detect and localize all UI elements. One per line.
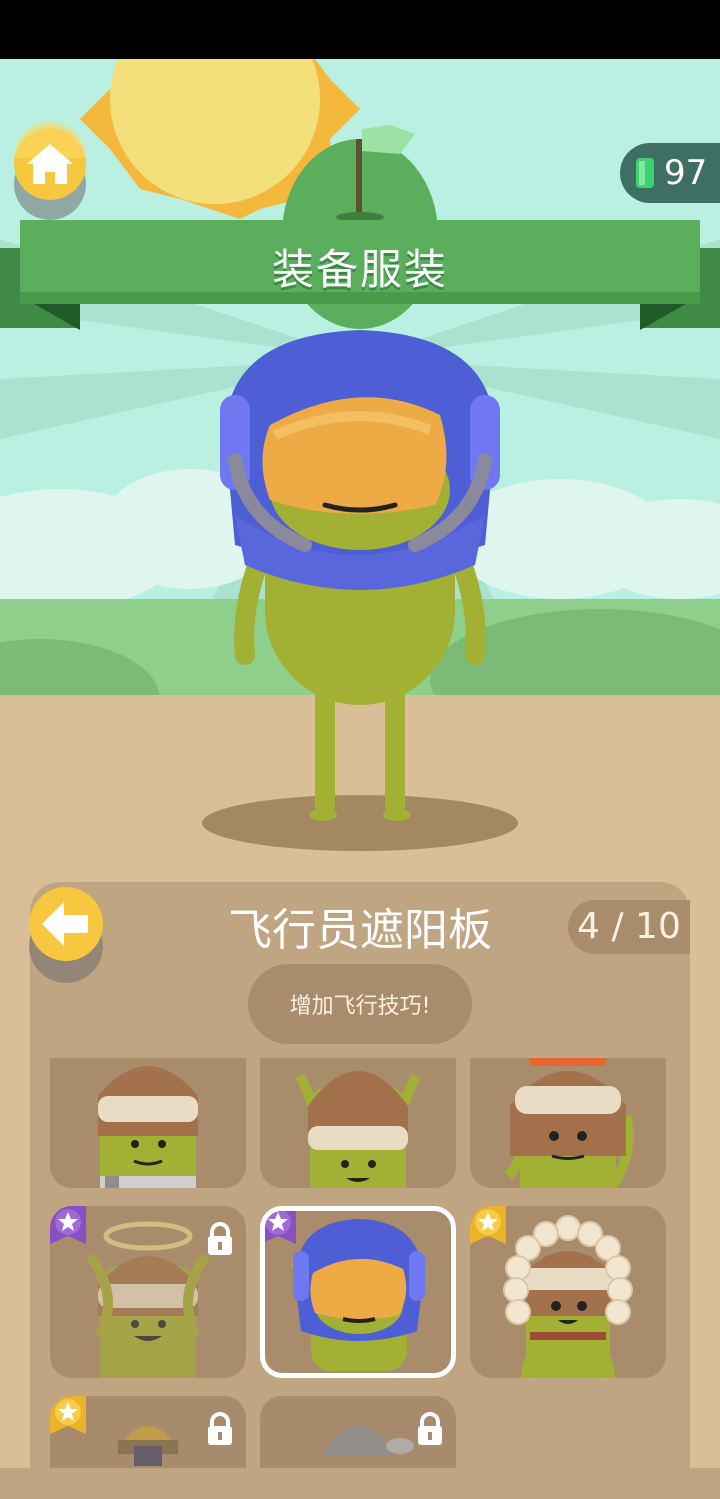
item-name: 飞行员遮阳板 bbox=[228, 905, 492, 956]
status-bar bbox=[0, 0, 720, 59]
star-badge-icon bbox=[50, 1206, 86, 1244]
lock-icon bbox=[418, 1412, 442, 1445]
outfit-tile-ushanka-hat[interactable] bbox=[470, 1058, 666, 1188]
back-button[interactable] bbox=[28, 882, 104, 986]
outfit-tile-scarf-hat[interactable] bbox=[50, 1058, 246, 1188]
home-button[interactable] bbox=[13, 122, 87, 222]
gem-count: 97 bbox=[664, 153, 708, 193]
page-counter: 4 / 10 bbox=[568, 900, 690, 954]
page-counter-label: 4 / 10 bbox=[577, 906, 681, 947]
item-description-text: 增加飞行技巧! bbox=[289, 994, 431, 1019]
star-badge-icon bbox=[265, 1211, 296, 1244]
outfit-tile-halo[interactable] bbox=[50, 1206, 246, 1378]
outfit-tile-grey-beanie[interactable] bbox=[260, 1396, 456, 1468]
star-badge-icon bbox=[50, 1396, 86, 1434]
lock-icon bbox=[208, 1412, 232, 1445]
scarf-hat-item bbox=[98, 1066, 198, 1188]
bottom-bar bbox=[0, 1468, 720, 1499]
star-badge-icon bbox=[470, 1206, 506, 1244]
outfit-tile-pilot-visor[interactable] bbox=[260, 1206, 456, 1378]
character-preview bbox=[202, 330, 518, 851]
gem-icon bbox=[636, 158, 654, 188]
page-title: 装备服装 bbox=[271, 245, 448, 294]
outfit-tile-hardhat[interactable] bbox=[50, 1396, 246, 1468]
ushanka-hat-item bbox=[504, 1058, 634, 1188]
outfit-tile-brown-hat[interactable] bbox=[260, 1058, 456, 1188]
outfit-tile-eskimo-hood[interactable] bbox=[470, 1206, 666, 1378]
gem-counter: 97 bbox=[620, 143, 720, 203]
outfit-grid bbox=[50, 1058, 670, 1468]
brown-hat-item bbox=[295, 1071, 421, 1188]
lock-icon bbox=[208, 1222, 232, 1255]
item-description: 增加飞行技巧! bbox=[248, 964, 472, 1044]
